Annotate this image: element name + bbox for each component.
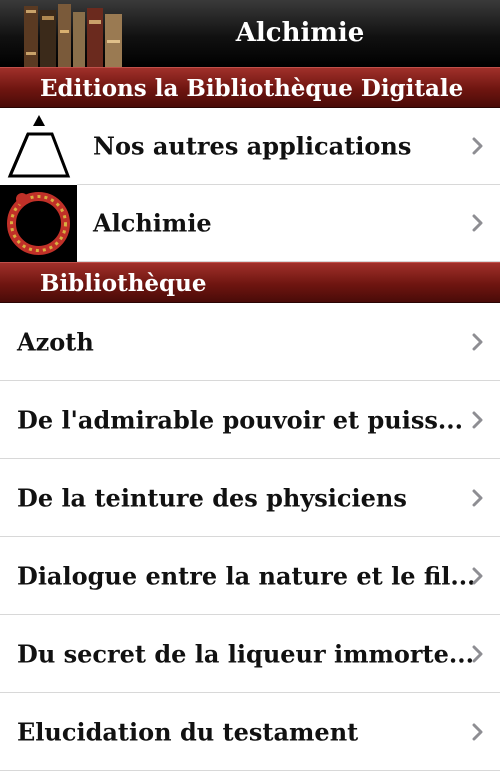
list-item-label: De la teinture des physiciens [17, 483, 407, 512]
chevron-right-icon [472, 411, 483, 428]
list-item-book[interactable]: Azoth [0, 303, 500, 381]
list-item-label: Elucidation du testament [17, 717, 359, 746]
list-item-label: Dialogue entre la nature et le fil... [17, 561, 476, 590]
chevron-right-icon [472, 645, 483, 662]
list-item-label: De l'admirable pouvoir et puiss... [17, 405, 463, 434]
chevron-right-icon [472, 333, 483, 350]
list-item-label: Azoth [17, 327, 94, 356]
chevron-right-icon [472, 214, 483, 232]
list-item-book[interactable]: Du secret de la liqueur immorte... [0, 615, 500, 693]
list-item-label: Du secret de la liqueur immorte... [17, 639, 474, 668]
list-item-label: Alchimie [93, 208, 212, 238]
list-item-book[interactable]: De l'admirable pouvoir et puiss... [0, 381, 500, 459]
navigation-bar: Alchimie [0, 0, 500, 67]
list-item-label: Nos autres applications [93, 131, 412, 161]
page-title: Alchimie [235, 18, 365, 48]
list-item-book[interactable]: Elucidation du testament [0, 693, 500, 771]
list-item-alchimie-app[interactable]: Alchimie [0, 185, 500, 262]
triangle-prism-icon [0, 108, 77, 185]
section-header-bibliotheque: Bibliothèque [0, 262, 500, 303]
ouroboros-icon [0, 185, 77, 262]
list-item-book[interactable]: De la teinture des physiciens [0, 459, 500, 537]
chevron-right-icon [472, 723, 483, 740]
list-item-other-apps[interactable]: Nos autres applications [0, 108, 500, 185]
section-header-editions: Editions la Bibliothèque Digitale [0, 67, 500, 108]
chevron-right-icon [472, 137, 483, 155]
chevron-right-icon [472, 567, 483, 584]
list-item-book[interactable]: Dialogue entre la nature et le fil... [0, 537, 500, 615]
chevron-right-icon [472, 489, 483, 506]
